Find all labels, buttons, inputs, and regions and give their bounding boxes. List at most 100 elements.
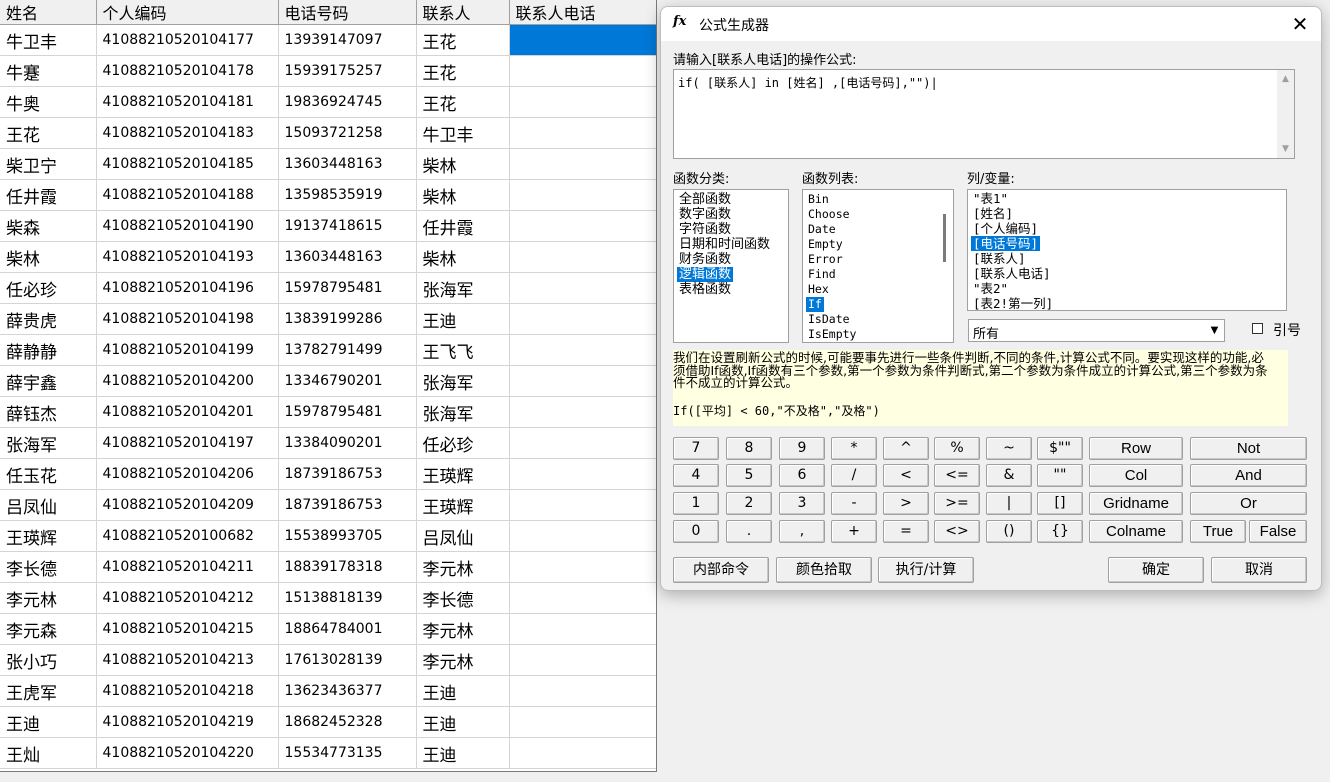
phone-cell[interactable]: 15538993705 [278,520,417,552]
keypad-key[interactable]: $"" [1037,437,1083,460]
table-row[interactable]: 薛贵虎 41088210520104198 13839199286 王迪 [0,303,656,335]
contact-cell[interactable]: 任必珍 [416,427,510,459]
phone-cell[interactable]: 15093721258 [278,117,417,149]
phone-cell[interactable]: 13603448163 [278,148,417,180]
function-item[interactable]: Hex [806,282,831,297]
column-header-id[interactable]: 个人编码 [96,0,279,25]
name-cell[interactable]: 任井霞 [0,179,97,211]
contact-cell[interactable]: 牛卫丰 [416,117,510,149]
id-cell[interactable]: 41088210520104188 [96,179,279,211]
id-cell[interactable]: 41088210520104211 [96,551,279,583]
table-row[interactable]: 张小巧 41088210520104213 17613028139 李元林 [0,644,656,676]
contact-phone-cell[interactable] [509,396,656,428]
id-cell[interactable]: 41088210520104215 [96,613,279,645]
variable-listbox[interactable]: "表1" [姓名] [个人编码] [电话号码] [联系人] [联系人电话] "表2" [表2!… [967,189,1287,311]
phone-cell[interactable]: 15978795481 [278,396,417,428]
keypad-key[interactable]: ^ [883,437,929,460]
name-cell[interactable]: 薛钰杰 [0,396,97,428]
function-listbox[interactable]: Bin Choose Date Empty Error Find Hex If IsDate Is… [802,189,954,343]
name-cell[interactable]: 柴卫宁 [0,148,97,180]
function-item[interactable]: Choose [806,207,852,222]
name-cell[interactable]: 李元森 [0,613,97,645]
ok-button[interactable]: 确定 [1108,557,1204,583]
contact-cell[interactable]: 王花 [416,86,510,118]
column-header-name[interactable]: 姓名 [0,0,97,25]
keypad-key[interactable]: <= [934,464,980,487]
phone-cell[interactable]: 13346790201 [278,365,417,397]
keypad-key[interactable]: 5 [726,464,772,487]
phone-cell[interactable]: 13598535919 [278,179,417,211]
scroll-up-icon[interactable]: ▲ [1277,74,1294,84]
contact-cell[interactable]: 王花 [416,24,510,56]
id-cell[interactable]: 41088210520104177 [96,24,279,56]
contact-phone-cell[interactable] [509,613,656,645]
contact-phone-cell[interactable] [509,303,656,335]
id-cell[interactable]: 41088210520104200 [96,365,279,397]
contact-cell[interactable]: 柴林 [416,241,510,273]
table-row[interactable]: 薛钰杰 41088210520104201 15978795481 张海军 [0,396,656,428]
name-cell[interactable]: 柴林 [0,241,97,273]
formula-input[interactable]: if( [联系人] in [姓名] ,[电话号码],"")| ▲ ▼ [673,69,1295,159]
phone-cell[interactable]: 13782791499 [278,334,417,366]
contact-cell[interactable]: 柴林 [416,148,510,180]
contact-cell[interactable]: 李元林 [416,613,510,645]
variable-item[interactable]: "表2" [971,281,1010,296]
id-cell[interactable]: 41088210520104209 [96,489,279,521]
table-row[interactable]: 薛宇鑫 41088210520104200 13346790201 张海军 [0,365,656,397]
contact-cell[interactable]: 王迪 [416,675,510,707]
keypad-key[interactable]: + [831,520,877,543]
function-item[interactable]: IsDate [806,312,852,327]
name-cell[interactable]: 王迪 [0,706,97,738]
keypad-key[interactable]: 6 [779,464,825,487]
id-cell[interactable]: 41088210520104190 [96,210,279,242]
phone-cell[interactable]: 13384090201 [278,427,417,459]
false-button[interactable]: False [1249,520,1307,543]
table-row[interactable]: 牛奥 41088210520104181 19836924745 王花 [0,86,656,118]
table-row[interactable]: 任井霞 41088210520104188 13598535919 柴林 [0,179,656,211]
chevron-down-icon[interactable]: ▼ [1206,321,1223,340]
keypad-key[interactable]: 0 [673,520,719,543]
function-item[interactable]: Empty [806,237,845,252]
contact-phone-cell[interactable] [509,272,656,304]
table-row[interactable]: 王迪 41088210520104219 18682452328 王迪 [0,706,656,738]
function-item[interactable]: Error [806,252,845,267]
table-row[interactable]: 王花 41088210520104183 15093721258 牛卫丰 [0,117,656,149]
contact-phone-cell[interactable] [509,644,656,676]
keypad-key[interactable]: 2 [726,492,772,515]
id-cell[interactable]: 41088210520104196 [96,272,279,304]
keypad-key[interactable]: "" [1037,464,1083,487]
keypad-key[interactable]: 8 [726,437,772,460]
keypad-key[interactable]: / [831,464,877,487]
contact-phone-cell[interactable] [509,117,656,149]
name-cell[interactable]: 李长德 [0,551,97,583]
category-item[interactable]: 逻辑函数 [677,267,734,282]
id-cell[interactable]: 41088210520104213 [96,644,279,676]
phone-cell[interactable]: 13839199286 [278,303,417,335]
table-row[interactable]: 柴卫宁 41088210520104185 13603448163 柴林 [0,148,656,180]
name-cell[interactable]: 牛奥 [0,86,97,118]
or-button[interactable]: Or [1190,492,1307,515]
keypad-key[interactable]: 1 [673,492,719,515]
contact-phone-cell[interactable] [509,24,656,56]
phone-cell[interactable]: 18839178318 [278,551,417,583]
category-item[interactable]: 日期和时间函数 [677,237,772,252]
function-item[interactable]: If [806,297,824,312]
phone-cell[interactable]: 18739186753 [278,489,417,521]
contact-cell[interactable]: 王飞飞 [416,334,510,366]
contact-cell[interactable]: 王花 [416,55,510,87]
phone-cell[interactable]: 13603448163 [278,241,417,273]
phone-cell[interactable]: 15939175257 [278,55,417,87]
keypad-key[interactable]: 3 [779,492,825,515]
keypad-key[interactable]: ~ [986,437,1032,460]
name-cell[interactable]: 任玉花 [0,458,97,490]
contact-cell[interactable]: 吕凤仙 [416,520,510,552]
name-cell[interactable]: 牛卫丰 [0,24,97,56]
phone-cell[interactable]: 19836924745 [278,86,417,118]
id-cell[interactable]: 41088210520104183 [96,117,279,149]
contact-phone-cell[interactable] [509,675,656,707]
id-cell[interactable]: 41088210520100682 [96,520,279,552]
name-cell[interactable]: 张小巧 [0,644,97,676]
table-row[interactable]: 柴森 41088210520104190 19137418615 任井霞 [0,210,656,242]
function-item[interactable]: Bin [806,192,831,207]
name-cell[interactable]: 李元林 [0,582,97,614]
